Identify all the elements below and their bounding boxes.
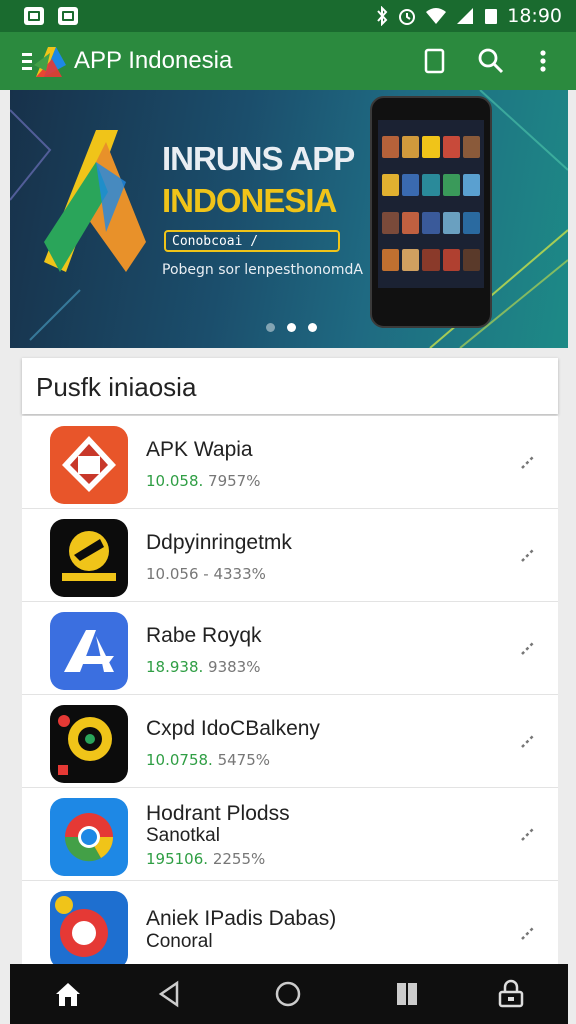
list-item[interactable]: Hodrant Plodss Sanotkal 195106. 2255% (22, 788, 558, 881)
banner-title: INRUNS APP (162, 140, 355, 177)
phone-screen (378, 120, 484, 288)
battery-icon (485, 9, 498, 24)
wifi-icon (426, 8, 447, 24)
app-name: Rabe Royqk (146, 624, 262, 647)
app-name: APK Wapia (146, 438, 253, 461)
more-vert-icon[interactable] (528, 46, 558, 76)
home-circle-icon[interactable] (272, 978, 304, 1010)
section-title: Pusfk iniaosia (36, 372, 197, 402)
app-name-line2: Sanotkal (146, 825, 220, 846)
banner-subtitle: Pobegn sor lenpesthonomdA (162, 262, 363, 278)
app-meta: 18.938. 9383% (146, 658, 261, 676)
carousel-dot[interactable] (308, 323, 317, 332)
app-meta: 195106. 2255% (146, 850, 266, 868)
notification-icon (24, 7, 44, 25)
app-name: Hodrant Plodss (146, 802, 290, 825)
expand-icon[interactable] (518, 452, 538, 472)
promo-banner[interactable]: INRUNS APP INDONESIA Conobcoai / Pobegn … (10, 90, 568, 348)
section-header: Pusfk iniaosia (22, 358, 558, 414)
carousel-dot-active[interactable] (287, 323, 296, 332)
list-item[interactable]: Aniek IPadis Dabas) Conoral (22, 881, 558, 964)
banner-title-highlight: INDONESIA (162, 182, 337, 219)
status-bar: 18:90 (0, 0, 576, 32)
app-name: Cxpd IdoCBalkeny (146, 717, 320, 740)
list-item[interactable]: Cxpd IdoCBalkeny 10.0758. 5475% (22, 695, 558, 788)
chrome-icon (50, 798, 128, 876)
expand-icon[interactable] (518, 923, 538, 943)
expand-icon[interactable] (518, 638, 538, 658)
app-logo-icon (22, 47, 66, 77)
signal-icon (457, 8, 474, 24)
list-item[interactable]: Rabe Royqk 18.938. 9383% (22, 602, 558, 695)
yellow-emblem-icon (50, 519, 128, 597)
dark-gauge-icon (50, 705, 128, 783)
app-name: Ddpyinringetmk (146, 531, 292, 554)
app-meta: 10.058. 7957% (146, 472, 261, 490)
carousel-indicator[interactable] (266, 323, 317, 332)
bluetooth-icon (377, 6, 388, 26)
back-icon[interactable] (153, 978, 185, 1010)
alarm-icon (399, 9, 416, 25)
expand-icon[interactable] (518, 731, 538, 751)
carousel-dot[interactable] (266, 323, 275, 332)
recents-icon[interactable] (391, 978, 423, 1010)
home-icon[interactable] (52, 978, 84, 1010)
expand-icon[interactable] (518, 545, 538, 565)
app-name: Aniek IPadis Dabas) (146, 907, 337, 930)
phone-mockup (370, 96, 492, 328)
list-item[interactable]: Ddpyinringetmk 10.056 - 4333% (22, 509, 558, 602)
list-item[interactable]: APK Wapia 10.058. 7957% (22, 416, 558, 509)
banner-cta-button[interactable]: Conobcoai / (164, 230, 340, 252)
navigation-bar (10, 964, 568, 1024)
red-circle-icon (50, 891, 128, 964)
app-list: APK Wapia 10.058. 7957% Ddpyinringetmk 1… (22, 416, 558, 964)
app-meta: 10.0758. 5475% (146, 751, 271, 769)
app-name-line2: Conoral (146, 931, 213, 952)
notification-icon (58, 7, 78, 25)
bookmark-icon[interactable] (420, 46, 450, 76)
clock: 18:90 (507, 5, 562, 27)
app-title: APP Indonesia (74, 47, 233, 74)
app-meta: 10.056 - 4333% (146, 565, 266, 583)
app-bar: APP Indonesia (0, 32, 576, 90)
banner-logo-icon (44, 130, 146, 272)
expand-icon[interactable] (518, 824, 538, 844)
orange-badge-icon (50, 426, 128, 504)
blue-a-icon (50, 612, 128, 690)
lock-icon[interactable] (495, 978, 527, 1010)
search-icon[interactable] (476, 46, 506, 76)
